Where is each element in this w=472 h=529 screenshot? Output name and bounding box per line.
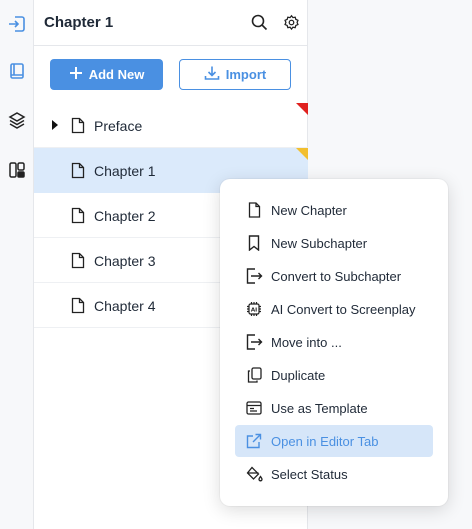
left-rail	[0, 0, 34, 529]
menu-item-label: New Chapter	[271, 202, 347, 218]
gear-icon[interactable]	[281, 12, 301, 32]
context-menu: New Chapter New Subchapter Convert to Su…	[220, 179, 448, 506]
tree-item-label: Chapter 3	[94, 253, 156, 269]
expand-caret-icon[interactable]	[52, 120, 58, 130]
menu-item-label: Duplicate	[271, 367, 326, 383]
tree-item-preface[interactable]: Preface	[34, 103, 308, 148]
menu-item-duplicate[interactable]: Duplicate	[235, 359, 433, 391]
tree-item-label: Chapter 1	[94, 163, 156, 179]
document-icon	[71, 207, 85, 229]
duplicate-icon	[244, 365, 264, 385]
download-icon	[204, 65, 220, 84]
menu-item-label: Move into ...	[271, 334, 342, 350]
menu-item-move-into[interactable]: Move into ...	[235, 326, 433, 358]
file-icon	[244, 200, 264, 220]
ai-chip-icon: AI	[244, 299, 264, 319]
board-icon[interactable]	[5, 158, 29, 182]
menu-item-select-status[interactable]: Select Status	[235, 458, 433, 490]
menu-item-open-in-editor-tab[interactable]: Open in Editor Tab	[235, 425, 433, 457]
external-link-icon	[244, 431, 264, 451]
move-icon	[244, 332, 264, 352]
menu-item-label: Open in Editor Tab	[271, 433, 379, 449]
menu-item-new-subchapter[interactable]: New Subchapter	[235, 227, 433, 259]
add-new-button[interactable]: Add New	[50, 59, 163, 90]
import-label: Import	[225, 67, 267, 82]
menu-item-ai-convert[interactable]: AI AI Convert to Screenplay	[235, 293, 433, 325]
book-icon[interactable]	[5, 59, 29, 83]
status-indicator	[296, 148, 308, 160]
tree-item-label: Chapter 2	[94, 208, 156, 224]
document-icon	[71, 297, 85, 319]
panel-header: Chapter 1	[34, 0, 308, 46]
import-button[interactable]: Import	[179, 59, 291, 90]
add-new-label: Add New	[88, 67, 145, 82]
plus-icon	[69, 66, 83, 83]
tree-item-label: Chapter 4	[94, 298, 156, 314]
layers-icon[interactable]	[5, 108, 29, 132]
menu-item-label: New Subchapter	[271, 235, 368, 251]
menu-item-label: AI Convert to Screenplay	[271, 301, 416, 317]
panel-title: Chapter 1	[44, 14, 114, 31]
template-icon	[244, 398, 264, 418]
document-icon	[71, 162, 85, 184]
search-icon[interactable]	[249, 12, 269, 32]
menu-item-new-chapter[interactable]: New Chapter	[235, 194, 433, 226]
menu-item-label: Select Status	[271, 466, 348, 482]
document-icon	[71, 252, 85, 274]
svg-text:AI: AI	[251, 307, 257, 313]
tree-item-label: Preface	[94, 118, 143, 134]
sign-in-icon[interactable]	[5, 12, 29, 36]
menu-item-use-as-template[interactable]: Use as Template	[235, 392, 433, 424]
bookmark-icon	[244, 233, 264, 253]
menu-item-label: Convert to Subchapter	[271, 268, 402, 284]
paint-bucket-icon	[244, 464, 264, 484]
status-indicator	[296, 103, 308, 115]
convert-icon	[244, 266, 264, 286]
document-icon	[71, 117, 85, 139]
menu-item-convert-to-subchapter[interactable]: Convert to Subchapter	[235, 260, 433, 292]
menu-item-label: Use as Template	[271, 400, 368, 416]
